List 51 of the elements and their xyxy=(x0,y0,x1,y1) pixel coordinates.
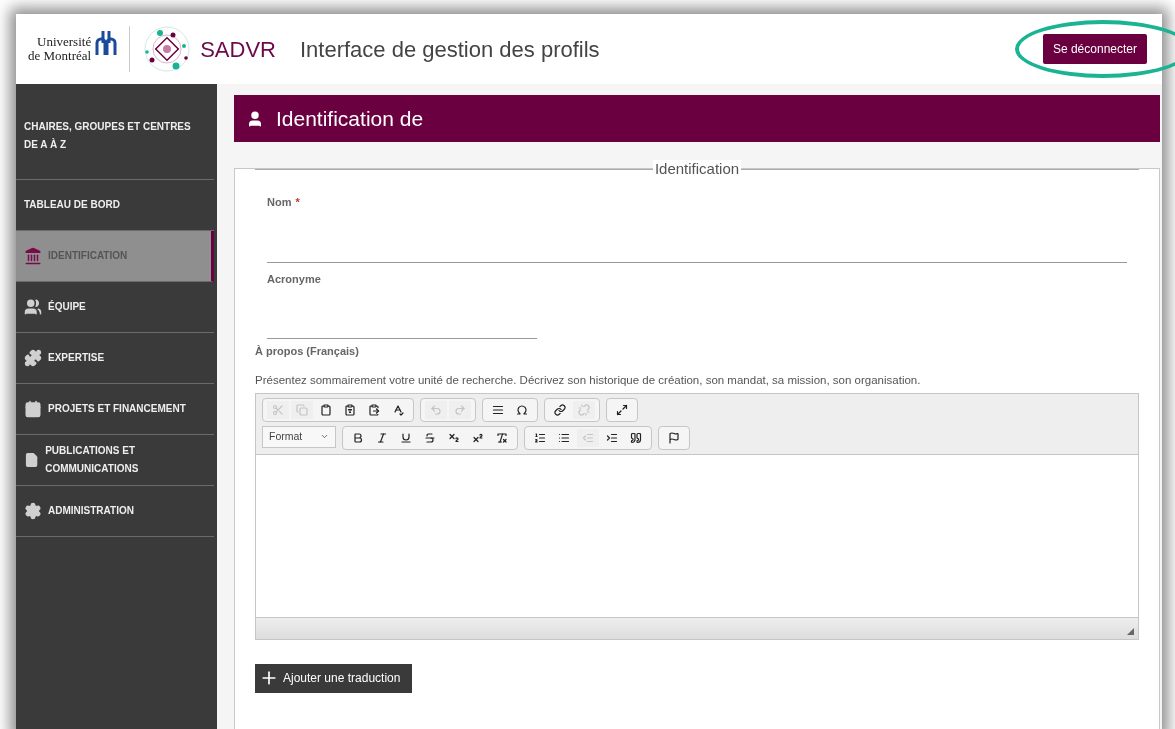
page-title: Interface de gestion des profils xyxy=(299,35,600,64)
field-label: À propos (Français) xyxy=(255,344,360,359)
strikethrough-icon xyxy=(424,431,436,444)
superscript-icon xyxy=(472,431,484,444)
sidebar-item[interactable]: PROJETS ET FINANCEMENT xyxy=(16,384,214,435)
logout-button[interactable]: Se déconnecter xyxy=(1042,34,1147,64)
flag-icon xyxy=(668,431,680,444)
sidebar-item[interactable]: ADMINISTRATION xyxy=(16,486,214,537)
field-label: Nom xyxy=(267,196,292,208)
team-icon xyxy=(24,298,42,316)
field-hint: Présentez sommairement votre unité de recherche. Décrivez son historique de création, son mandat, sa mission, son organisation. xyxy=(255,372,922,388)
maximize-icon xyxy=(616,403,628,416)
network-logo-icon xyxy=(142,24,193,74)
bullet-list-icon xyxy=(558,431,570,444)
paste-text-icon xyxy=(344,403,356,416)
person-icon xyxy=(246,109,264,128)
university-logo-text: Université xyxy=(37,35,92,49)
horizontal-line-icon xyxy=(492,403,504,416)
outdent-icon xyxy=(582,431,594,444)
subscript-icon xyxy=(448,431,460,444)
remove-format-icon xyxy=(496,431,508,444)
quote-icon xyxy=(630,431,642,444)
section-banner: Identification de xyxy=(234,95,1160,142)
required-mark: * xyxy=(295,196,300,208)
sidebar-item[interactable]: PUBLICATIONS ET COMMUNICATIONS xyxy=(16,435,214,486)
spellcheck-icon xyxy=(392,403,404,416)
building-icon xyxy=(24,247,42,265)
field-label: Acronyme xyxy=(267,272,321,285)
omega-icon xyxy=(516,403,528,416)
bold-icon xyxy=(352,431,364,444)
copy-icon xyxy=(296,403,308,416)
italic-icon xyxy=(376,431,388,444)
indent-icon xyxy=(606,431,618,444)
cut-icon xyxy=(272,403,284,416)
sidebar-item[interactable]: ÉQUIPE xyxy=(16,282,214,333)
redo-icon xyxy=(454,403,466,416)
resize-handle-icon[interactable] xyxy=(1127,627,1134,635)
sidebar-item[interactable]: CHAIRES, GROUPES ET CENTRES DE A À Z xyxy=(16,92,214,180)
numbered-list-icon xyxy=(534,431,546,444)
university-logo-text: de Montréal xyxy=(28,49,92,63)
link-icon xyxy=(554,403,566,416)
university-logo-icon xyxy=(95,31,118,55)
paste-word-icon xyxy=(368,403,380,416)
format-select[interactable]: Format xyxy=(262,425,336,448)
sidebar-item[interactable]: EXPERTISE xyxy=(16,333,214,384)
paste-icon xyxy=(320,403,332,416)
underline-icon xyxy=(400,431,412,444)
document-icon xyxy=(24,451,40,469)
undo-icon xyxy=(430,403,442,416)
app-name: SADVR xyxy=(200,35,276,64)
add-translation-button[interactable]: Ajouter une traduction xyxy=(255,663,413,693)
